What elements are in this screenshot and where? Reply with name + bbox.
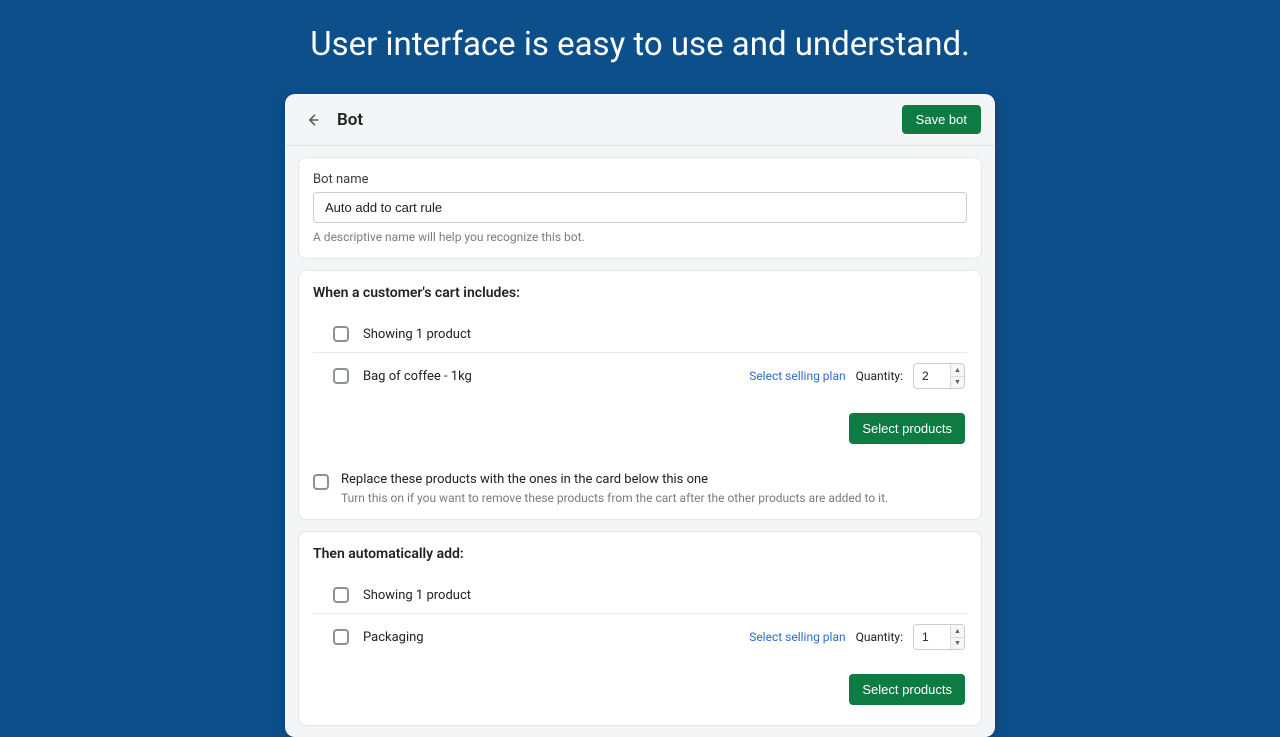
then-select-products-button[interactable]: Select products: [849, 674, 965, 705]
page-title: Bot: [337, 110, 363, 130]
bot-name-card: Bot name A descriptive name will help yo…: [298, 157, 982, 259]
replace-help: Turn this on if you want to remove these…: [341, 491, 888, 505]
promo-banner: User interface is easy to use and unders…: [0, 0, 1280, 94]
arrow-left-icon: [305, 112, 321, 128]
when-select-products-button[interactable]: Select products: [849, 413, 965, 444]
then-product-row: Packaging Select selling plan Quantity: …: [313, 613, 967, 660]
back-button[interactable]: [299, 106, 327, 134]
when-quantity-down[interactable]: ▼: [951, 377, 964, 389]
replace-section: Replace these products with the ones in …: [313, 472, 967, 505]
bot-name-label: Bot name: [313, 172, 967, 187]
then-quantity-up[interactable]: ▲: [951, 625, 964, 638]
save-bot-button[interactable]: Save bot: [902, 105, 981, 134]
replace-checkbox[interactable]: [313, 474, 329, 490]
then-product-checkbox[interactable]: [333, 629, 349, 645]
when-selling-plan-link[interactable]: Select selling plan: [749, 369, 845, 383]
when-quantity-spinner: ▲ ▼: [950, 364, 964, 388]
when-includes-card: When a customer's cart includes: Showing…: [298, 270, 982, 520]
then-quantity-spinner: ▲ ▼: [950, 625, 964, 649]
replace-label: Replace these products with the ones in …: [341, 472, 888, 487]
when-actions: Select products: [313, 399, 967, 450]
when-heading: When a customer's cart includes:: [313, 285, 967, 301]
bot-name-help: A descriptive name will help you recogni…: [313, 230, 967, 244]
then-add-card: Then automatically add: Showing 1 produc…: [298, 531, 982, 726]
when-product-checkbox[interactable]: [333, 368, 349, 384]
app-window: Bot Save bot Bot name A descriptive name…: [285, 94, 995, 737]
then-showing-row: Showing 1 product: [313, 577, 967, 613]
then-product-name: Packaging: [363, 630, 424, 645]
app-header: Bot Save bot: [285, 94, 995, 146]
when-quantity-up[interactable]: ▲: [951, 364, 964, 377]
then-quantity-label: Quantity:: [856, 630, 903, 644]
when-showing-text: Showing 1 product: [363, 327, 471, 342]
when-select-all-checkbox[interactable]: [333, 326, 349, 342]
then-selling-plan-link[interactable]: Select selling plan: [749, 630, 845, 644]
then-quantity-stepper: ▲ ▼: [913, 624, 965, 650]
when-quantity-stepper: ▲ ▼: [913, 363, 965, 389]
when-row-controls: Select selling plan Quantity: ▲ ▼: [749, 363, 965, 389]
when-quantity-label: Quantity:: [856, 369, 903, 383]
when-product-name: Bag of coffee - 1kg: [363, 369, 472, 384]
when-product-row: Bag of coffee - 1kg Select selling plan …: [313, 352, 967, 399]
then-showing-text: Showing 1 product: [363, 588, 471, 603]
then-select-all-checkbox[interactable]: [333, 587, 349, 603]
then-quantity-down[interactable]: ▼: [951, 638, 964, 650]
replace-text-block: Replace these products with the ones in …: [341, 472, 888, 505]
then-heading: Then automatically add:: [313, 546, 967, 562]
then-row-controls: Select selling plan Quantity: ▲ ▼: [749, 624, 965, 650]
banner-text: User interface is easy to use and unders…: [310, 25, 970, 64]
bot-name-input[interactable]: [313, 192, 967, 223]
then-actions: Select products: [313, 660, 967, 711]
when-showing-row: Showing 1 product: [313, 316, 967, 352]
